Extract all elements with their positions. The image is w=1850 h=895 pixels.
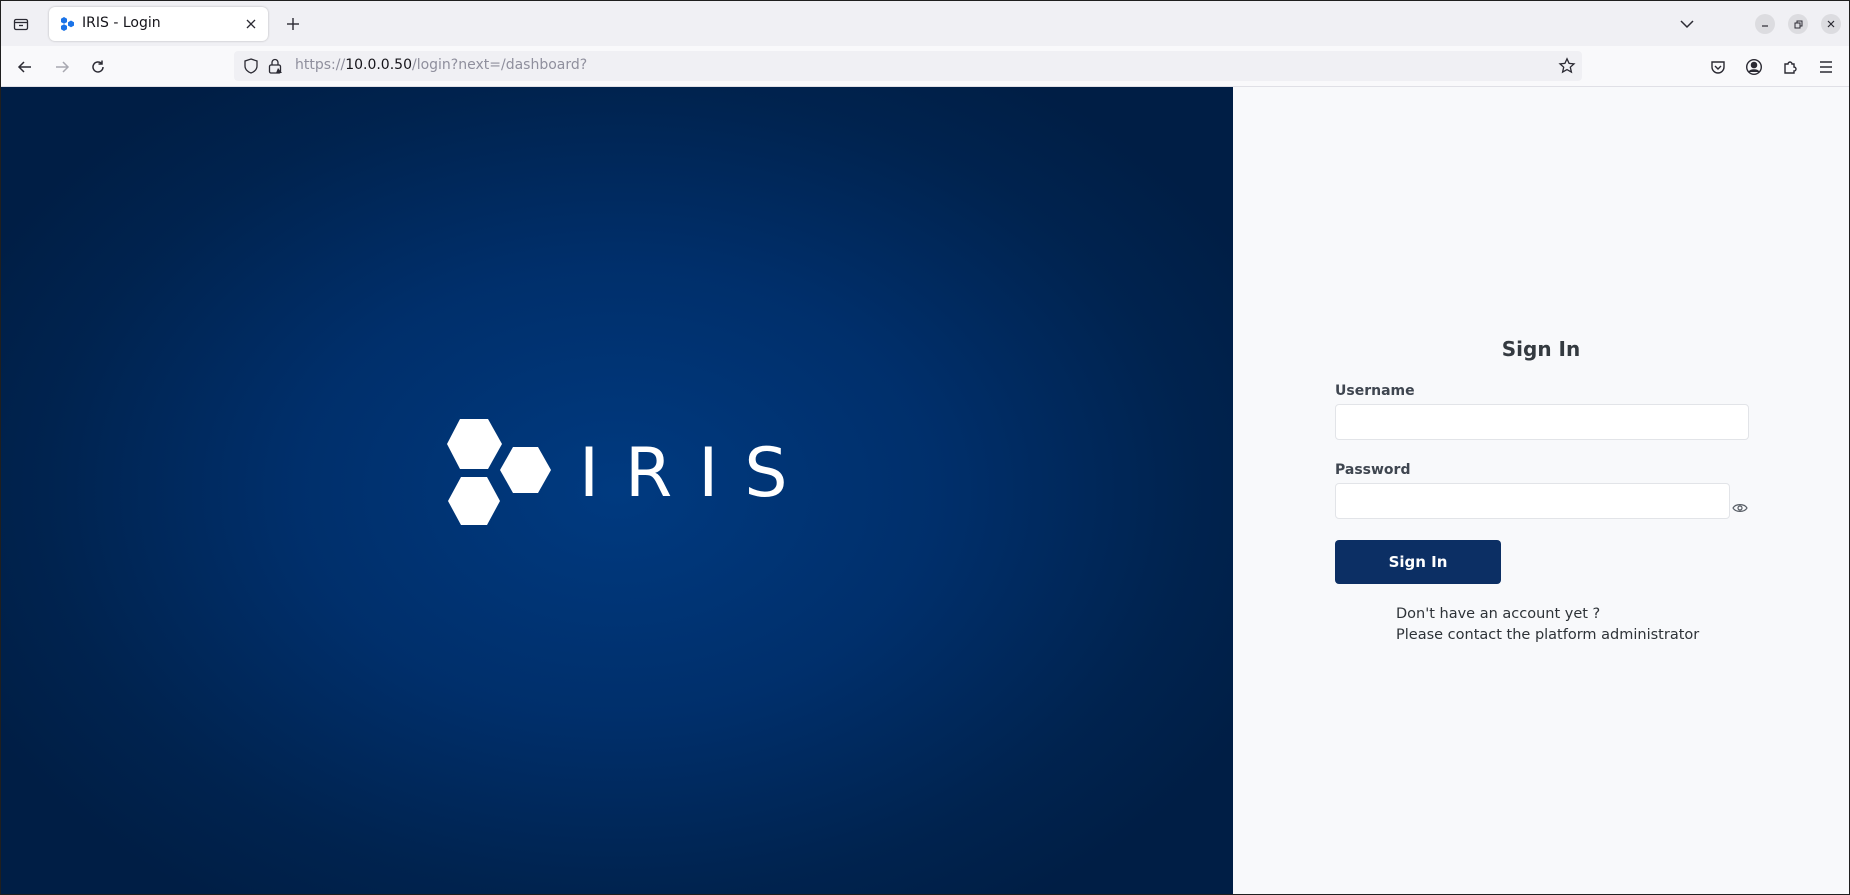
url-text[interactable]: https://10.0.0.50/login?next=/dashboard? <box>295 57 587 73</box>
browser-window: IRIS - Login https://10.0.0.50/login?nex… <box>0 0 1850 895</box>
account-icon[interactable] <box>1742 55 1766 79</box>
login-panel: Sign In Username Password Sign In Don't … <box>1233 87 1849 894</box>
eye-icon[interactable] <box>1731 501 1749 515</box>
arrow-left-icon[interactable] <box>12 54 38 80</box>
url-path: /login?next=/dashboard? <box>411 57 588 73</box>
username-input[interactable] <box>1335 404 1749 440</box>
tab-title: IRIS - Login <box>82 15 161 31</box>
hamburger-menu-icon[interactable] <box>1814 55 1838 79</box>
star-icon[interactable] <box>1558 57 1576 75</box>
iris-logo-icon <box>447 419 551 525</box>
tab-list-icon[interactable] <box>9 12 33 36</box>
page-content: IRIS Sign In Username Password Sign In D… <box>1 87 1849 894</box>
url-host: 10.0.0.50 <box>345 57 412 73</box>
page-title: Sign In <box>1501 337 1581 361</box>
url-bar[interactable]: https://10.0.0.50/login?next=/dashboard? <box>234 51 1582 81</box>
arrow-right-icon[interactable] <box>49 54 75 80</box>
puzzle-icon[interactable] <box>1778 55 1802 79</box>
chevron-down-icon[interactable] <box>1675 12 1699 36</box>
plus-icon[interactable] <box>281 12 305 36</box>
pocket-icon[interactable] <box>1706 55 1730 79</box>
tab-strip: IRIS - Login <box>1 1 1849 46</box>
navigation-bar: https://10.0.0.50/login?next=/dashboard? <box>1 46 1849 87</box>
iris-favicon-icon <box>61 17 74 31</box>
close-icon[interactable] <box>1821 14 1841 34</box>
shield-icon[interactable] <box>242 57 260 75</box>
tab-iris-login[interactable]: IRIS - Login <box>49 7 268 41</box>
contact-admin-text: Please contact the platform administrato… <box>1396 627 1700 643</box>
password-label: Password <box>1335 462 1411 478</box>
close-icon[interactable] <box>242 15 260 33</box>
password-input[interactable] <box>1335 483 1730 519</box>
sign-in-button[interactable]: Sign In <box>1335 540 1501 584</box>
hero-panel: IRIS <box>1 87 1233 894</box>
lock-icon[interactable] <box>266 57 284 75</box>
restore-icon[interactable] <box>1788 14 1808 34</box>
reload-icon[interactable] <box>85 54 111 80</box>
username-label: Username <box>1335 383 1415 399</box>
url-prefix: https:// <box>295 57 346 73</box>
brand-name: IRIS <box>579 434 814 513</box>
no-account-text: Don't have an account yet ? <box>1396 606 1601 622</box>
minimize-icon[interactable] <box>1755 14 1775 34</box>
